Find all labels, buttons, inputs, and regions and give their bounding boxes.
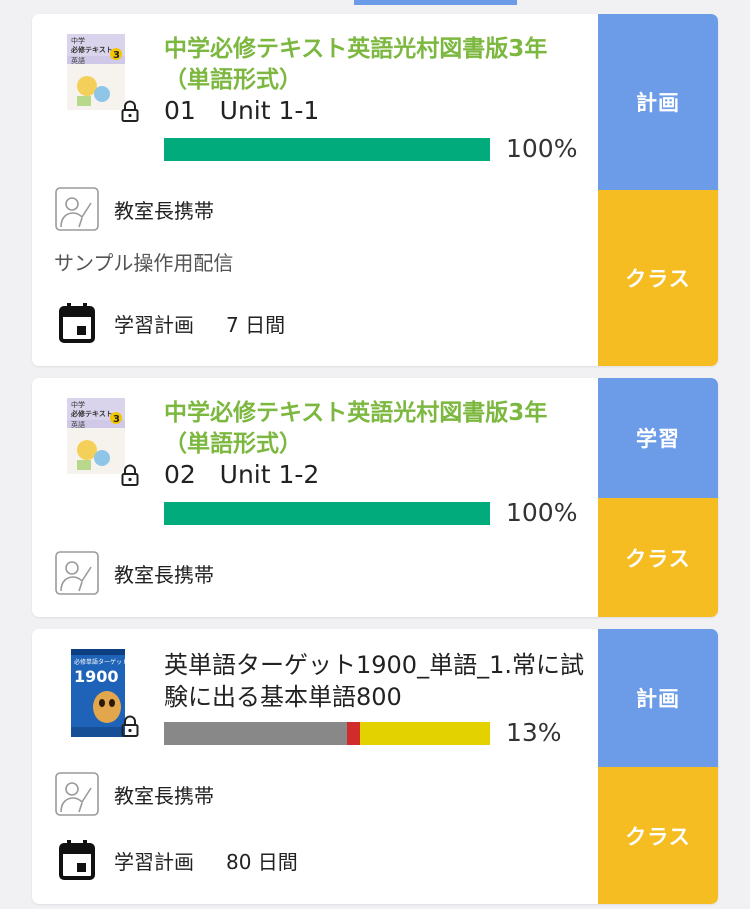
calendar-icon — [54, 837, 100, 883]
book-cover-icon: 中学 必修テキスト 3 英語 — [67, 398, 125, 474]
plan-row: 学習計画 80 日間 — [54, 837, 298, 883]
cover-text: 必修テキスト — [70, 409, 113, 418]
cover-text: 中学 — [71, 36, 85, 45]
cover-text: 必修テキスト — [70, 45, 113, 54]
teacher-board-icon — [54, 771, 100, 817]
card-actions: 計画 クラス — [598, 14, 718, 366]
lock-icon — [120, 715, 140, 737]
lock-icon — [120, 464, 140, 486]
calendar-icon — [54, 300, 100, 346]
cover-number: 1900 — [74, 667, 119, 686]
cover-subject: 英語 — [71, 56, 85, 65]
plan-days: 7 日間 — [226, 312, 286, 337]
plan-label: 学習計画 — [114, 312, 194, 337]
progress-bar — [164, 722, 490, 745]
class-button[interactable]: クラス — [598, 190, 718, 366]
course-card[interactable]: 必修単語ターゲット 1900 英単語ターゲット1900_単語_1.常に試験に出る… — [32, 629, 718, 904]
plan-days: 80 日間 — [226, 849, 298, 874]
group-row: 教室長携帯 — [54, 550, 214, 596]
progress-percent: 100% — [506, 134, 578, 163]
class-button[interactable]: クラス — [598, 498, 718, 617]
book-cover-icon: 中学 必修テキスト 3 英語 — [67, 34, 125, 110]
lock-icon — [120, 100, 140, 122]
plan-button[interactable]: 計画 — [598, 14, 718, 190]
active-tab-indicator — [354, 0, 517, 5]
course-title: 中学必修テキスト英語光村図書版3年（単語形式） — [164, 400, 548, 457]
course-title: 中学必修テキスト英語光村図書版3年（単語形式） — [164, 36, 548, 93]
group-label: 教室長携帯 — [114, 198, 214, 223]
progress-bar — [164, 502, 490, 525]
unit-label: 02 Unit 1-2 — [164, 460, 320, 489]
progress-bar — [164, 138, 490, 161]
course-title: 英単語ターゲット1900_単語_1.常に試験に出る基本単語800 — [164, 651, 584, 711]
progress-segment — [164, 722, 347, 745]
progress-segment — [359, 722, 490, 745]
teacher-board-icon — [54, 186, 100, 232]
course-card[interactable]: 中学 必修テキスト 3 英語 中学必修テキスト英語光村図書版3年（単語形式） 0… — [32, 14, 718, 366]
class-button[interactable]: クラス — [598, 767, 718, 904]
group-label: 教室長携帯 — [114, 783, 214, 808]
study-button[interactable]: 学習 — [598, 378, 718, 498]
delivery-note: サンプル操作用配信 — [54, 251, 234, 275]
plan-row: 学習計画 7 日間 — [54, 300, 285, 346]
progress-segment — [346, 722, 360, 745]
group-row: 教室長携帯 — [54, 186, 214, 232]
progress-percent: 100% — [506, 498, 578, 527]
group-row: 教室長携帯 — [54, 771, 214, 817]
book-cover-icon: 必修単語ターゲット 1900 — [71, 649, 128, 737]
cover-subject: 英語 — [71, 420, 85, 429]
cover-text: 必修単語ターゲット — [74, 658, 125, 666]
plan-button[interactable]: 計画 — [598, 629, 718, 767]
group-label: 教室長携帯 — [114, 562, 214, 587]
plan-label: 学習計画 — [114, 849, 194, 874]
card-actions: 計画 クラス — [598, 629, 718, 904]
progress-fill — [164, 138, 490, 161]
cover-grade: 3 — [113, 50, 120, 61]
unit-label: 01 Unit 1-1 — [164, 96, 320, 125]
cover-grade: 3 — [113, 414, 120, 425]
teacher-board-icon — [54, 550, 100, 596]
progress-percent: 13% — [506, 718, 562, 747]
progress-fill — [164, 502, 490, 525]
card-actions: 学習 クラス — [598, 378, 718, 617]
course-card[interactable]: 中学 必修テキスト 3 英語 中学必修テキスト英語光村図書版3年（単語形式） 0… — [32, 378, 718, 617]
cover-text: 中学 — [71, 400, 85, 409]
